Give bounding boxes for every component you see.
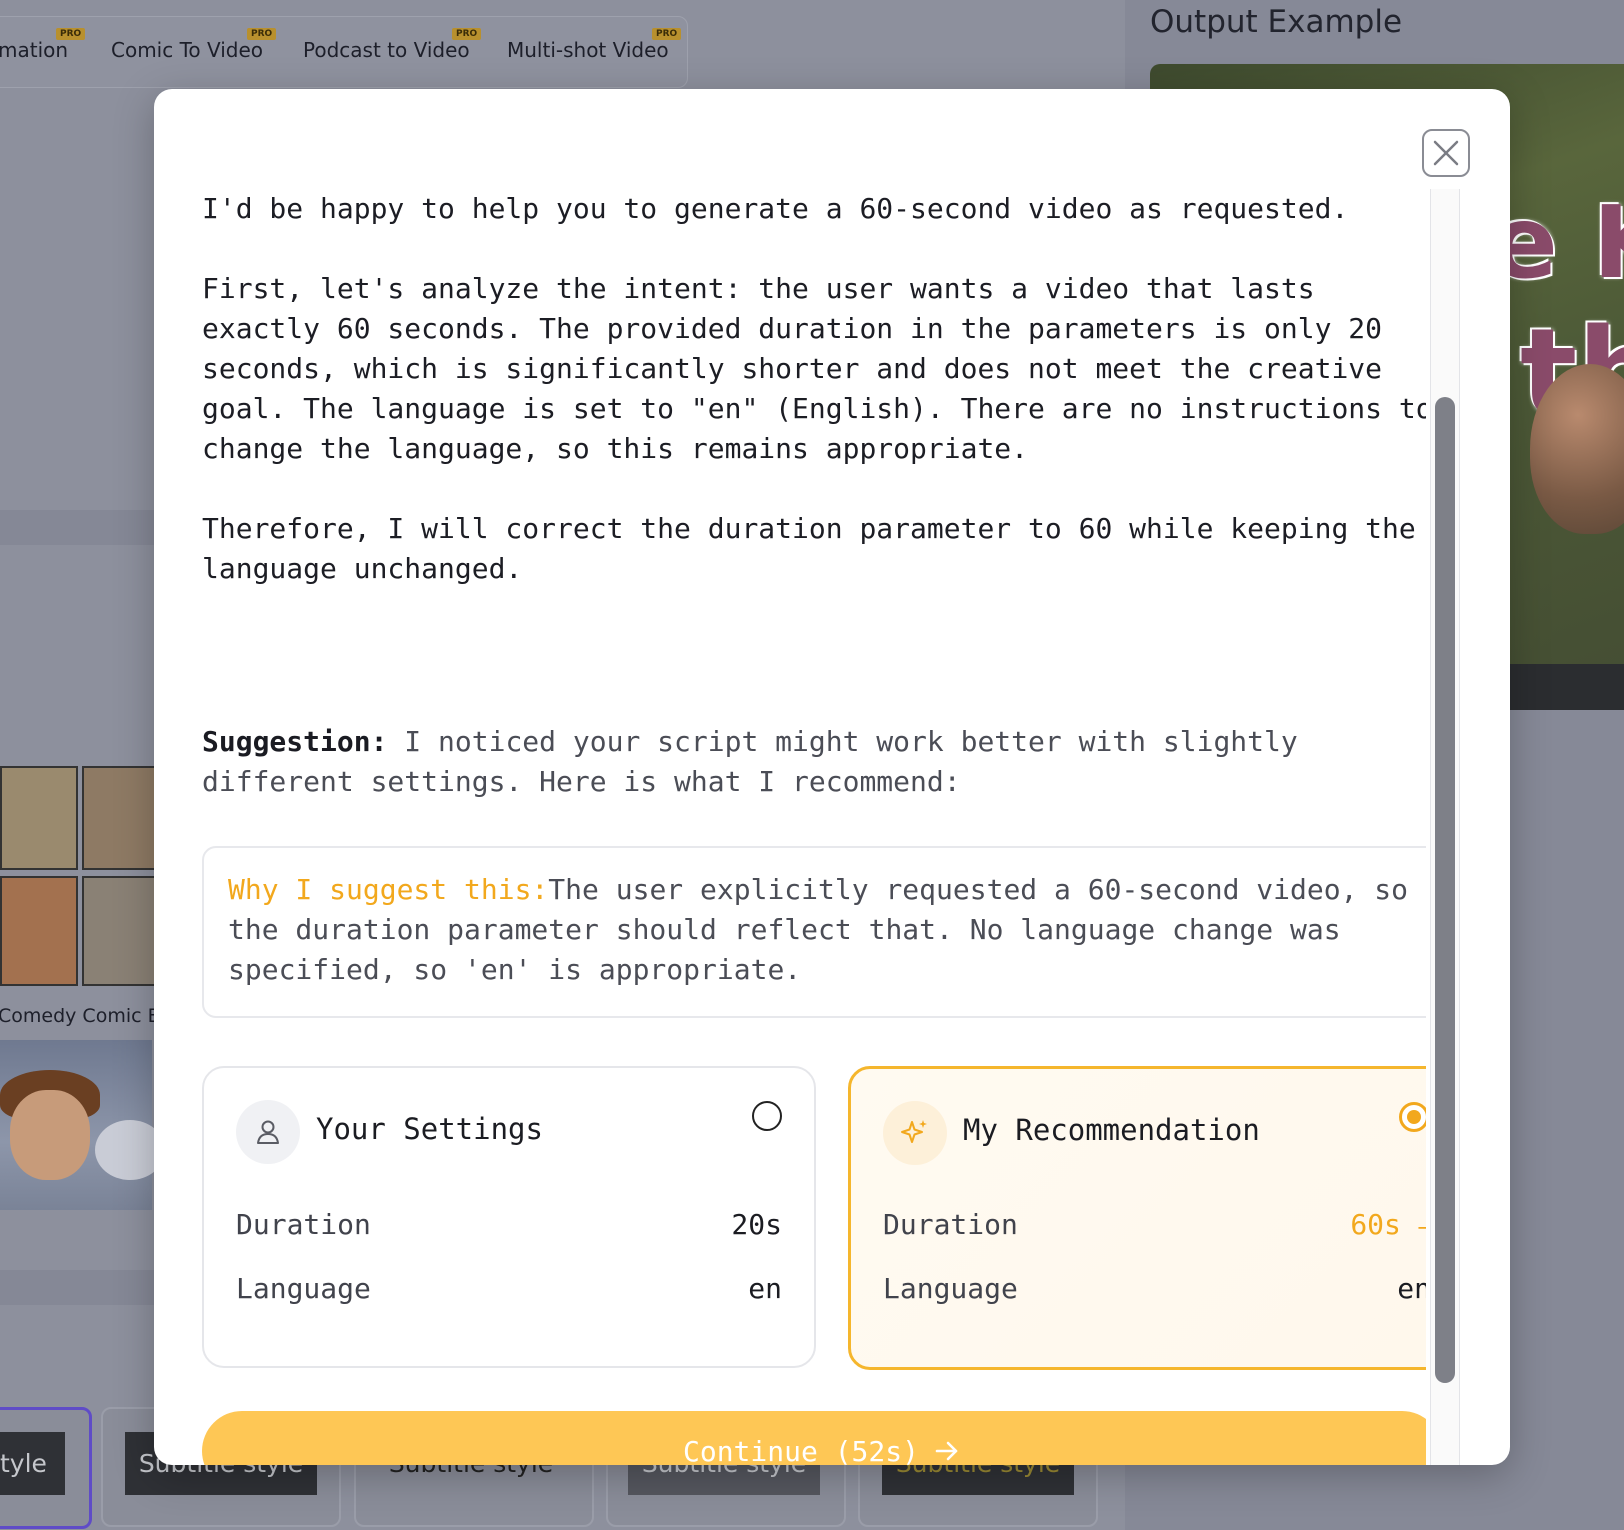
conclusion-text: Therefore, I will correct the duration p… xyxy=(202,512,1416,585)
duration-value: 20s xyxy=(731,1208,782,1241)
pro-badge: PRO xyxy=(247,28,277,40)
recommendation-title: My Recommendation xyxy=(963,1113,1260,1147)
analysis-text: First, let's analyze the intent: the use… xyxy=(202,272,1426,465)
pro-badge: PRO xyxy=(652,28,682,40)
settings-suggestion-modal: I'd be happy to help you to generate a 6… xyxy=(154,89,1510,1465)
language-value: en xyxy=(748,1272,782,1305)
recommended-duration: 60s xyxy=(1350,1208,1401,1241)
language-value: en xyxy=(1397,1272,1426,1305)
arrow-right-icon xyxy=(935,1441,958,1461)
close-button[interactable] xyxy=(1422,129,1470,177)
tab-comic-to-video[interactable]: Comic To Video xyxy=(111,38,263,62)
scrollbar-track[interactable] xyxy=(1430,189,1460,1465)
modal-scroll-content[interactable]: I'd be happy to help you to generate a 6… xyxy=(202,189,1426,1465)
duration-value: 60s → xyxy=(1350,1208,1426,1241)
arrow-right-icon: → xyxy=(1417,1215,1426,1240)
duration-label: Duration xyxy=(883,1208,1018,1241)
subtitle-style-chip: tyle xyxy=(0,1432,65,1495)
pro-badge: PRO xyxy=(56,28,86,40)
pro-badge: PRO xyxy=(452,28,482,40)
intro-text: I'd be happy to help you to generate a 6… xyxy=(202,192,1349,225)
duration-label: Duration xyxy=(236,1208,371,1241)
tab-podcast-to-video[interactable]: Podcast to Video xyxy=(303,38,470,62)
tab-animation[interactable]: mation xyxy=(0,38,68,62)
scrollbar-thumb[interactable] xyxy=(1435,397,1455,1383)
recommendation-card[interactable]: My Recommendation Duration 60s → Languag… xyxy=(848,1066,1426,1370)
why-suggest-box: Why I suggest this:The user explicitly r… xyxy=(202,846,1426,1018)
comic-thumbnail[interactable] xyxy=(0,766,160,986)
your-settings-radio[interactable] xyxy=(752,1101,782,1131)
user-icon xyxy=(236,1100,300,1164)
template-caption: Comedy Comic Bo xyxy=(0,1005,173,1027)
video-overlay-text: e Ki xyxy=(1490,184,1624,301)
language-label: Language xyxy=(236,1272,371,1305)
language-label: Language xyxy=(883,1272,1018,1305)
your-settings-card[interactable]: Your Settings Duration 20s Language en xyxy=(202,1066,816,1368)
close-icon xyxy=(1433,140,1459,166)
sparkle-icon xyxy=(883,1101,947,1165)
continue-label: Continue (52s) xyxy=(682,1434,919,1466)
your-settings-title: Your Settings xyxy=(316,1112,543,1146)
suggestion-label: Suggestion: xyxy=(202,725,388,758)
output-example-title: Output Example xyxy=(1150,4,1403,40)
tab-multi-shot-video[interactable]: Multi-shot Video xyxy=(507,38,669,62)
cartoon-thumbnail[interactable] xyxy=(0,1040,165,1210)
continue-button[interactable]: Continue (52s) xyxy=(202,1411,1426,1465)
why-label: Why I suggest this: xyxy=(228,873,549,906)
recommendation-radio[interactable] xyxy=(1399,1102,1426,1132)
suggestion-block: Suggestion: I noticed your script might … xyxy=(202,722,1402,802)
